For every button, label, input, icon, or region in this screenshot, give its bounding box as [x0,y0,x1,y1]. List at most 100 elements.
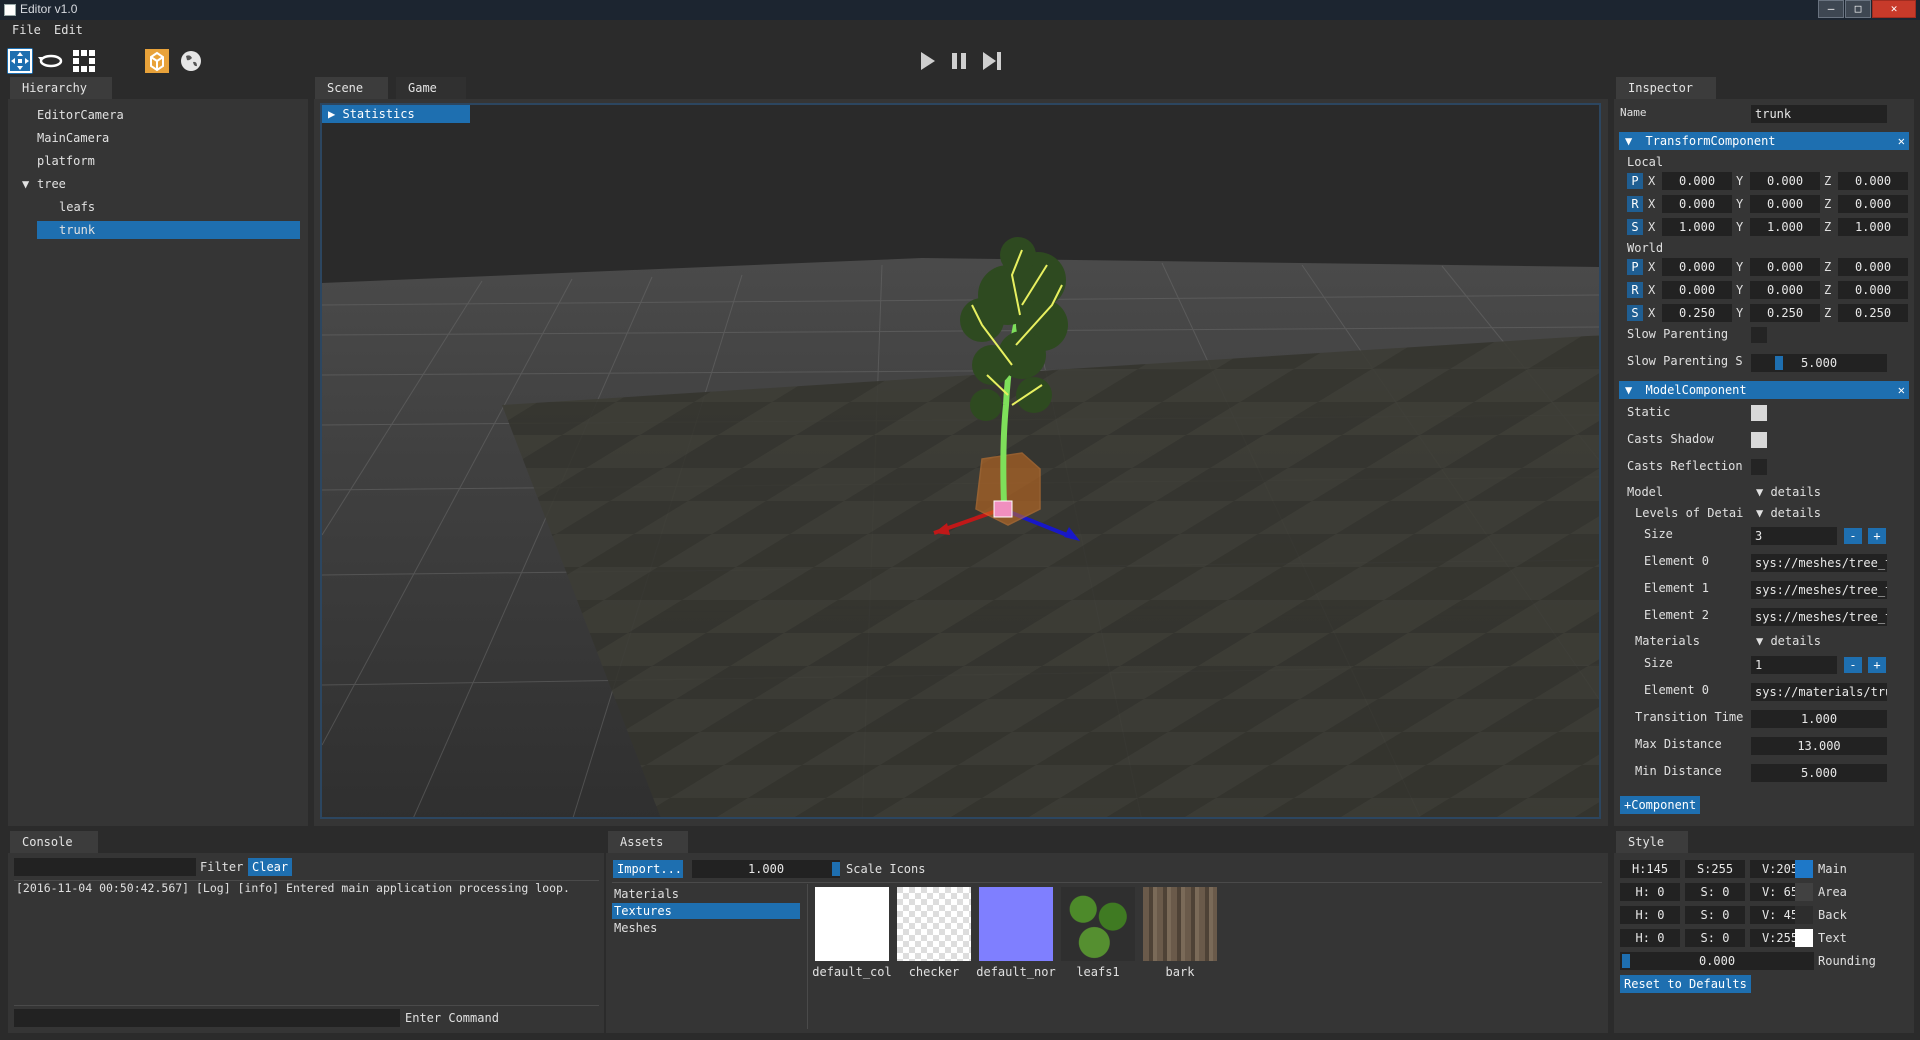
style-hue-field[interactable]: H: 0 [1620,906,1680,924]
local-r-z-field[interactable]: 0.000 [1838,195,1908,213]
reset-defaults-button[interactable]: Reset to Defaults [1620,975,1751,993]
local-r-x-field[interactable]: 0.000 [1662,195,1732,213]
slow-parenting-speed-slider[interactable]: 5.000 [1751,354,1887,372]
lod-size-increment-button[interactable]: + [1868,528,1886,544]
world-p-z-field[interactable]: 0.000 [1838,258,1908,276]
tab-console[interactable]: Console [10,831,98,853]
hierarchy-item-EditorCamera[interactable]: EditorCamera [37,106,124,124]
local-s-toggle[interactable]: S [1627,219,1643,235]
hierarchy-item-leafs[interactable]: leafs [59,198,95,216]
materials-size-decrement-button[interactable]: - [1844,657,1862,673]
lod-size-field[interactable]: 3 [1751,527,1837,545]
style-saturation-field[interactable]: S: 0 [1685,883,1745,901]
local-r-y-field[interactable]: 0.000 [1750,195,1820,213]
normal-texture-icon[interactable] [979,887,1053,961]
lod-element-field[interactable]: sys://meshes/tree_t [1751,581,1887,599]
console-filter-input[interactable] [14,858,196,876]
local-s-x-field[interactable]: 1.000 [1662,218,1732,236]
style-color-swatch[interactable] [1795,883,1813,901]
style-color-swatch[interactable] [1795,929,1813,947]
local-p-z-field[interactable]: 0.000 [1838,172,1908,190]
local-p-y-field[interactable]: 0.000 [1750,172,1820,190]
close-button[interactable]: ✕ [1872,0,1916,18]
asset-category-meshes[interactable]: Meshes [612,920,800,936]
max-distance-field[interactable]: 13.000 [1751,737,1887,755]
slider-grab[interactable] [1775,356,1783,370]
casts-shadow-checkbox[interactable] [1751,432,1767,448]
local-p-toggle[interactable]: P [1627,173,1643,189]
materials-size-increment-button[interactable]: + [1868,657,1886,673]
lod-element-field[interactable]: sys://meshes/tree_t [1751,608,1887,626]
tab-inspector[interactable]: Inspector [1616,77,1716,99]
world-p-toggle[interactable]: P [1627,259,1643,275]
local-s-z-field[interactable]: 1.000 [1838,218,1908,236]
style-saturation-field[interactable]: S: 0 [1685,906,1745,924]
lod-size-decrement-button[interactable]: - [1844,528,1862,544]
world-s-x-field[interactable]: 0.250 [1662,304,1732,322]
local-r-toggle[interactable]: R [1627,196,1643,212]
remove-component-icon[interactable]: ✕ [1898,132,1905,150]
slider-grab[interactable] [832,862,840,876]
step-button[interactable] [980,50,1002,72]
static-checkbox[interactable] [1751,405,1767,421]
remove-component-icon[interactable]: ✕ [1898,381,1905,399]
menu-file[interactable]: File [12,23,41,37]
style-color-swatch[interactable] [1795,906,1813,924]
rotate-tool-button[interactable] [38,48,64,74]
style-hue-field[interactable]: H:145 [1620,860,1680,878]
materials-details-toggle[interactable]: ▼ details [1756,634,1821,648]
lod-element-field[interactable]: sys://meshes/tree_t [1751,554,1887,572]
transform-component-header[interactable]: ▼ TransformComponent ✕ [1619,132,1909,150]
scale-tool-button[interactable] [71,48,97,74]
material-element-field[interactable]: sys://materials/tru [1751,683,1887,701]
leaf-texture-icon[interactable] [1061,887,1135,961]
casts-reflection-checkbox[interactable] [1751,459,1767,475]
pause-button[interactable] [948,50,970,72]
rounding-slider[interactable]: 0.000 [1620,952,1814,970]
materials-size-field[interactable]: 1 [1751,656,1837,674]
lod-details-toggle[interactable]: ▼ details [1756,506,1821,520]
scene-viewport[interactable]: ▶ Statistics [320,103,1601,819]
style-saturation-field[interactable]: S: 0 [1685,929,1745,947]
scale-icons-slider[interactable]: 1.000 [692,860,840,878]
world-s-toggle[interactable]: S [1627,305,1643,321]
world-r-x-field[interactable]: 0.000 [1662,281,1732,299]
world-p-x-field[interactable]: 0.000 [1662,258,1732,276]
slider-grab[interactable] [1622,954,1630,968]
world-space-button[interactable] [178,48,204,74]
style-saturation-field[interactable]: S:255 [1685,860,1745,878]
world-s-z-field[interactable]: 0.250 [1838,304,1908,322]
style-hue-field[interactable]: H: 0 [1620,883,1680,901]
statistics-header[interactable]: ▶ Statistics [322,105,470,123]
translate-tool-button[interactable] [7,48,33,74]
style-color-swatch[interactable] [1795,860,1813,878]
local-p-x-field[interactable]: 0.000 [1662,172,1732,190]
tab-scene[interactable]: Scene [315,77,388,99]
import-button[interactable]: Import... [613,860,683,878]
tab-game[interactable]: Game [396,77,466,99]
world-r-z-field[interactable]: 0.000 [1838,281,1908,299]
console-command-input[interactable] [14,1009,400,1027]
hierarchy-item-platform[interactable]: platform [37,152,95,170]
style-hue-field[interactable]: H: 0 [1620,929,1680,947]
world-s-y-field[interactable]: 0.250 [1750,304,1820,322]
hierarchy-item-tree[interactable]: tree [37,175,66,193]
white-texture-icon[interactable] [815,887,889,961]
slow-parenting-checkbox[interactable] [1751,327,1767,343]
minimize-button[interactable]: – [1818,0,1844,18]
bark-texture-icon[interactable] [1143,887,1217,961]
transition-time-field[interactable]: 1.000 [1751,710,1887,728]
world-p-y-field[interactable]: 0.000 [1750,258,1820,276]
asset-category-materials[interactable]: Materials [612,886,800,902]
min-distance-field[interactable]: 5.000 [1751,764,1887,782]
local-s-y-field[interactable]: 1.000 [1750,218,1820,236]
name-field[interactable]: trunk [1751,105,1887,123]
tab-assets[interactable]: Assets [608,831,688,853]
play-button[interactable] [916,50,938,72]
checker-texture-icon[interactable] [897,887,971,961]
console-clear-button[interactable]: Clear [248,858,293,876]
hierarchy-item-trunk[interactable]: trunk [59,221,95,239]
model-details-toggle[interactable]: ▼ details [1756,485,1821,499]
world-r-y-field[interactable]: 0.000 [1750,281,1820,299]
maximize-button[interactable]: □ [1845,0,1871,18]
